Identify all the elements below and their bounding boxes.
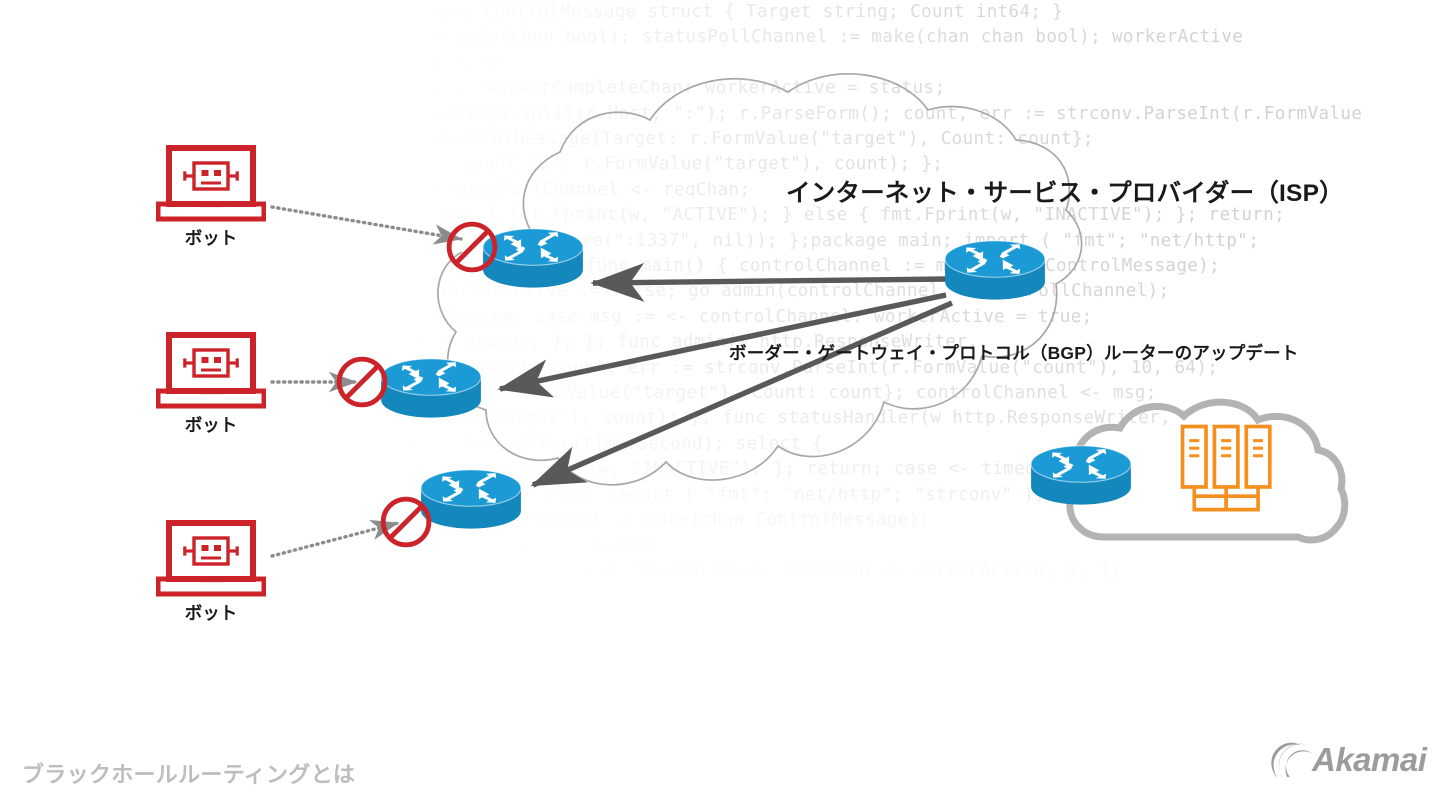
edge-router-1[interactable] — [482, 228, 584, 289]
edge-router-2[interactable] — [380, 358, 482, 419]
bot-laptop-1[interactable] — [158, 148, 264, 219]
core-router[interactable] — [944, 240, 1046, 301]
bot-label-3: ボット — [184, 603, 238, 623]
datacenter-servers-icon — [1180, 424, 1272, 512]
bot-traffic-line-3 — [270, 520, 400, 558]
bot-label-2: ボット — [184, 415, 238, 435]
bot-laptop-3[interactable] — [158, 523, 264, 594]
bgp-arrow-3 — [530, 300, 954, 488]
page-title: ブラックホールルーティングとは — [22, 762, 356, 787]
akamai-wordmark: Akamai — [1312, 741, 1427, 778]
bgp-update-arrows — [497, 262, 954, 488]
isp-cloud-label: インターネット・サービス・プロバイダー（ISP） — [786, 180, 1344, 207]
diagram-canvas: package main; import ( "fmt"; "net/http"… — [0, 0, 1440, 810]
bot-label-1: ボット — [184, 228, 238, 248]
bgp-arrow-1 — [590, 262, 949, 302]
bot-laptop-2[interactable] — [158, 335, 264, 406]
bgp-update-label: ボーダー・ゲートウェイ・プロトコル（BGP）ルーターのアップデート — [729, 343, 1299, 363]
bot-traffic-line-1 — [270, 205, 463, 245]
datacenter-router[interactable] — [1030, 445, 1132, 506]
edge-router-3[interactable] — [420, 469, 522, 530]
blocked-sign-3 — [383, 499, 429, 545]
network-diagram — [0, 73, 1349, 778]
akamai-logo: Akamai — [1268, 738, 1428, 790]
